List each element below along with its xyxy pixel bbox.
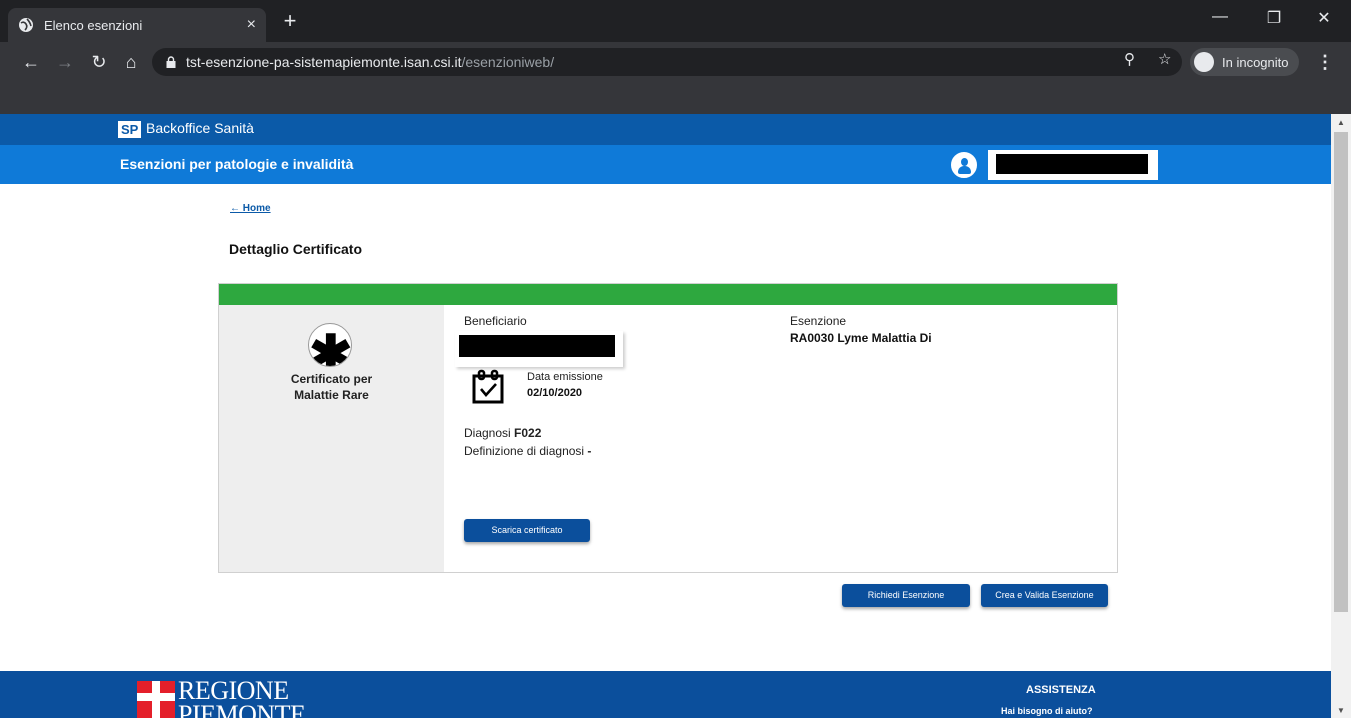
certificate-type-line1: Certificato per <box>290 372 373 386</box>
definition-label: Definizione di diagnosi <box>464 444 585 458</box>
reload-icon[interactable]: ↻ <box>88 51 110 73</box>
redacted-beneficiary <box>455 331 623 367</box>
beneficiary-label: Beneficiario <box>464 314 527 328</box>
address-bar[interactable]: tst-esenzione-pa-sistemapiemonte.isan.cs… <box>152 48 1182 76</box>
diagnosis-label: Diagnosi <box>464 426 511 440</box>
portal-topbar: SP Backoffice Sanità <box>0 114 1331 145</box>
url-path: /esenzioniweb/ <box>461 54 555 70</box>
sp-logo: SP <box>118 121 142 138</box>
scroll-up-icon[interactable]: ▲ <box>1337 118 1345 127</box>
issue-date-label: Data emissione <box>527 371 603 383</box>
back-icon[interactable]: ← <box>20 51 42 73</box>
home-breadcrumb-link[interactable]: ← Home <box>230 203 271 214</box>
request-exemption-button[interactable]: Richiedi Esenzione <box>842 584 970 607</box>
issue-date-value: 02/10/2020 <box>527 387 583 399</box>
home-icon[interactable]: ⌂ <box>120 51 142 73</box>
browser-menu-icon[interactable]: ⋮ <box>1316 52 1334 73</box>
scrollbar-thumb[interactable] <box>1334 132 1348 612</box>
new-tab-button[interactable]: + <box>278 10 302 34</box>
page-title: Dettaglio Certificato <box>229 241 363 257</box>
brand-title: Backoffice Sanità <box>146 120 254 136</box>
forward-icon[interactable]: → <box>54 51 76 73</box>
app-title: Esenzioni per patologie e invalidità <box>120 156 354 172</box>
help-link[interactable]: Hai bisogno di aiuto? <box>1001 706 1093 716</box>
regione-piemonte-crest-icon <box>137 681 175 718</box>
redacted-user-name <box>988 150 1158 180</box>
region-line2: PIEMONTE <box>178 700 306 718</box>
exemption-label: Esenzione <box>790 314 847 328</box>
app-header: Esenzioni per patologie e invalidità <box>0 145 1331 184</box>
status-bar <box>219 284 1117 305</box>
definition-row: Definizione di diagnosi - <box>464 444 591 458</box>
browser-toolbar: ← → ↻ ⌂ tst-esenzione-pa-sistemapiemonte… <box>0 42 1351 82</box>
page-viewport: SP Backoffice Sanità Esenzioni per patol… <box>0 114 1331 718</box>
exemption-value: RA0030 Lyme Malattia Di <box>790 331 932 345</box>
certificate-type-line2: Malattie Rare <box>294 388 369 402</box>
minimize-icon[interactable]: — <box>1200 8 1240 26</box>
certificate-type: Certificato per Malattie Rare <box>219 371 444 403</box>
bookmark-bar <box>0 82 1351 114</box>
diagnosis-code: F022 <box>514 426 542 440</box>
definition-value: - <box>587 444 592 458</box>
restore-icon[interactable]: ❐ <box>1254 8 1294 28</box>
regione-piemonte-logo: REGIONE PIEMONTE <box>178 678 306 718</box>
tab-title: Elenco esenzioni <box>44 17 143 33</box>
download-certificate-button[interactable]: Scarica certificato <box>464 519 590 542</box>
page-footer: REGIONE PIEMONTE ASSISTENZA Hai bisogno … <box>0 671 1331 718</box>
calendar-check-icon <box>472 369 504 404</box>
globe-icon <box>19 18 33 32</box>
lock-icon <box>166 56 176 68</box>
certificate-type-panel: ✱ Certificato per Malattie Rare <box>219 305 444 572</box>
scroll-down-icon[interactable]: ▼ <box>1337 706 1345 715</box>
url-host: tst-esenzione-pa-sistemapiemonte.isan.cs… <box>186 54 462 70</box>
certificate-card: ✱ Certificato per Malattie Rare Benefici… <box>218 283 1118 573</box>
browser-tab[interactable]: Elenco esenzioni × <box>8 8 266 42</box>
close-window-icon[interactable]: ✕ <box>1304 8 1344 28</box>
incognito-icon <box>1194 52 1214 72</box>
diagnosis-row: Diagnosi F022 <box>464 426 541 440</box>
incognito-label: In incognito <box>1222 54 1289 70</box>
bookmark-star-icon[interactable]: ☆ <box>1158 50 1171 68</box>
close-tab-icon[interactable]: × <box>247 16 256 34</box>
create-validate-exemption-button[interactable]: Crea e Valida Esenzione <box>981 584 1108 607</box>
incognito-badge[interactable]: In incognito <box>1190 48 1299 76</box>
asterisk-icon: ✱ <box>308 323 352 367</box>
zoom-icon[interactable]: ⚲ <box>1124 50 1135 68</box>
browser-tabstrip: Elenco esenzioni × + — ❐ ✕ <box>0 0 1351 42</box>
assistance-heading: ASSISTENZA <box>1026 684 1096 696</box>
page-scrollbar[interactable]: ▲ ▼ <box>1331 114 1351 718</box>
user-avatar-icon[interactable] <box>951 152 977 178</box>
